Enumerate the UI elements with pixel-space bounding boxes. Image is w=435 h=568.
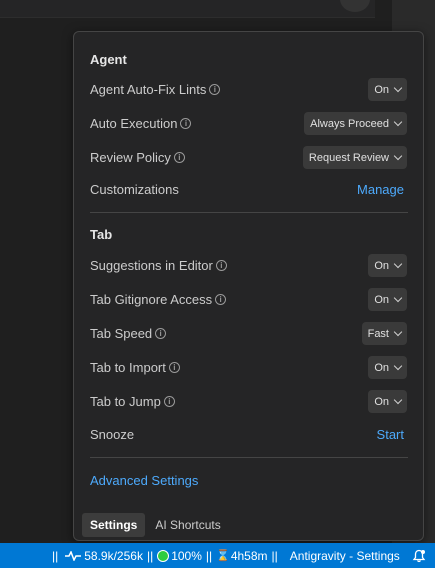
gitignore-dropdown[interactable]: On — [368, 288, 407, 311]
setting-label: Tab Gitignore Access — [90, 291, 213, 307]
setting-agent-auto-fix-lints: Agent Auto-Fix Lints i — [90, 79, 221, 99]
info-icon[interactable]: i — [168, 361, 180, 373]
chevron-down-icon — [393, 83, 403, 93]
tab-ai-shortcuts[interactable]: AI Shortcuts — [147, 513, 228, 537]
info-icon[interactable]: i — [163, 395, 175, 407]
setting-tab-speed: Tab Speed i — [90, 323, 167, 343]
app-settings-item[interactable]: Antigravity - Settings — [290, 549, 400, 563]
setting-customizations: Customizations — [90, 179, 179, 199]
info-icon[interactable]: i — [209, 83, 221, 95]
setting-label: Customizations — [90, 181, 179, 197]
tab-to-import-dropdown[interactable]: On — [368, 356, 407, 379]
advanced-settings-link[interactable]: Advanced Settings — [90, 473, 198, 488]
setting-suggestions-in-editor: Suggestions in Editor i — [90, 255, 227, 275]
suggestions-dropdown[interactable]: On — [368, 254, 407, 277]
auto-fix-lints-dropdown[interactable]: On — [368, 78, 407, 101]
setting-tab-to-import: Tab to Import i — [90, 357, 180, 377]
chevron-down-icon — [393, 395, 403, 405]
setting-label: Tab Speed — [90, 325, 153, 341]
dropdown-value: On — [374, 259, 389, 272]
token-usage: 58.9k/256k — [84, 548, 143, 563]
setting-tab-gitignore-access: Tab Gitignore Access i — [90, 289, 227, 309]
tab-to-jump-dropdown[interactable]: On — [368, 390, 407, 413]
dropdown-value: Always Proceed — [310, 117, 389, 130]
status-dot-icon — [157, 549, 170, 562]
token-usage-item[interactable]: 58.9k/256k — [62, 549, 143, 563]
quota-item[interactable]: 100% — [157, 549, 202, 563]
settings-popover: Agent Agent Auto-Fix Lints i On Auto Exec… — [73, 31, 424, 541]
dropdown-value: On — [374, 361, 389, 374]
setting-label: Auto Execution — [90, 115, 178, 131]
chevron-down-icon — [393, 327, 403, 337]
status-bar: || 58.9k/256k || 100% || ⌛ 4h58m || Anti… — [0, 543, 435, 568]
setting-label: Agent Auto-Fix Lints — [90, 81, 207, 97]
editor-top-bar — [0, 0, 375, 18]
info-icon[interactable]: i — [215, 259, 227, 271]
chevron-down-icon — [393, 151, 403, 161]
info-icon[interactable]: i — [180, 117, 192, 129]
setting-label: Review Policy — [90, 149, 171, 165]
dropdown-value: On — [374, 83, 389, 96]
setting-label: Suggestions in Editor — [90, 257, 213, 273]
footer-tabs: Settings AI Shortcuts — [82, 513, 229, 537]
setting-tab-to-jump: Tab to Jump i — [90, 391, 175, 411]
dropdown-value: On — [374, 293, 389, 306]
tab-speed-dropdown[interactable]: Fast — [361, 322, 407, 345]
timer-item[interactable]: ⌛ 4h58m — [216, 549, 267, 563]
manage-link[interactable]: Manage — [357, 182, 404, 197]
info-icon[interactable]: i — [173, 151, 185, 163]
setting-auto-execution: Auto Execution i — [90, 113, 192, 133]
time-remaining: 4h58m — [230, 548, 268, 563]
status-separator: || — [52, 548, 59, 563]
dropdown-value: Request Review — [308, 151, 389, 164]
bell-icon[interactable] — [412, 549, 426, 563]
info-icon[interactable]: i — [215, 293, 227, 305]
review-policy-dropdown[interactable]: Request Review — [302, 146, 407, 169]
status-separator: || — [146, 548, 154, 563]
dropdown-value: Fast — [367, 327, 389, 340]
tab-settings[interactable]: Settings — [82, 513, 146, 537]
snooze-start-link[interactable]: Start — [377, 427, 404, 442]
dropdown-value: On — [374, 395, 389, 408]
auto-execution-dropdown[interactable]: Always Proceed — [304, 112, 407, 135]
pulse-icon — [65, 550, 82, 561]
hourglass-icon: ⌛ — [216, 550, 230, 562]
divider — [90, 212, 408, 213]
status-separator: || — [205, 548, 213, 563]
setting-label: Snooze — [90, 426, 135, 442]
setting-label: Tab to Jump — [90, 393, 161, 409]
chevron-down-icon — [393, 293, 403, 303]
setting-review-policy: Review Policy i — [90, 147, 185, 167]
info-icon[interactable]: i — [155, 327, 167, 339]
setting-snooze: Snooze — [90, 424, 134, 444]
divider — [90, 457, 408, 458]
setting-label: Tab to Import — [90, 359, 166, 375]
section-title-tab: Tab — [90, 227, 113, 242]
chevron-down-icon — [393, 117, 403, 127]
status-separator: || — [271, 548, 278, 563]
quota-percent: 100% — [171, 548, 202, 563]
chevron-down-icon — [393, 361, 403, 371]
chevron-down-icon — [393, 259, 403, 269]
section-title-agent: Agent — [90, 52, 127, 67]
